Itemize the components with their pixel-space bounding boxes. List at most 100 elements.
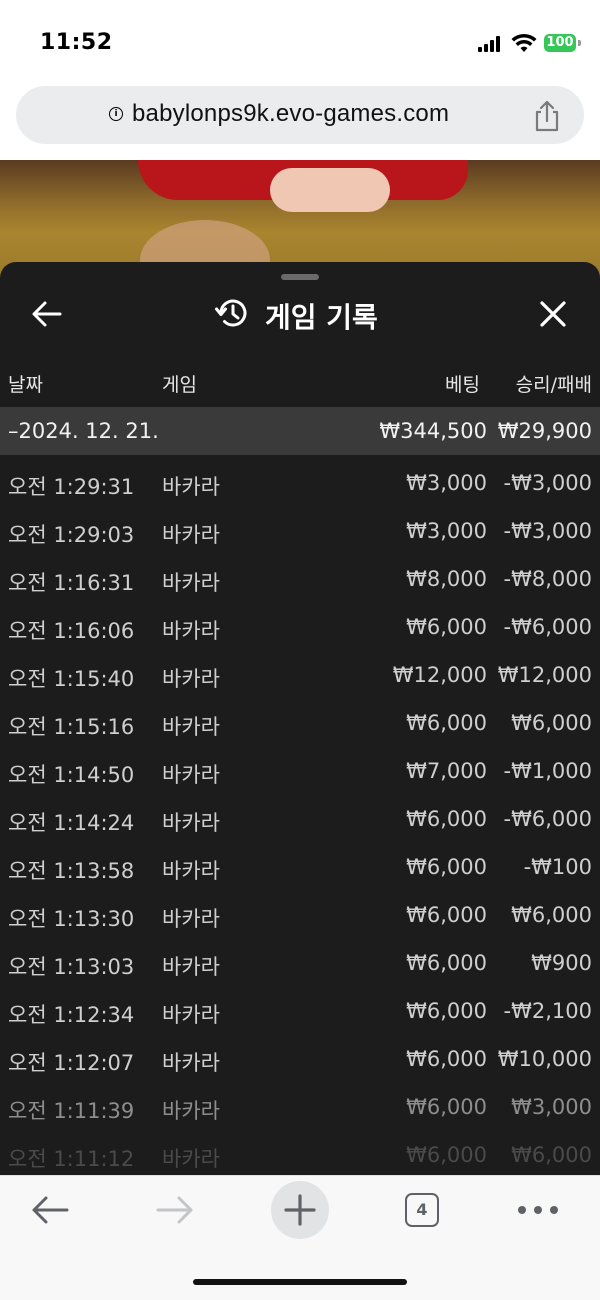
info-icon[interactable]: i	[109, 107, 123, 121]
row-bet: ₩6,000	[406, 711, 487, 735]
row-game: 바카라	[162, 1147, 220, 1171]
arrow-left-icon[interactable]	[30, 299, 64, 329]
browser-toolbar: 4	[0, 1175, 600, 1300]
date-summary-row[interactable]: –2024. 12. 21. ₩344,500 ₩29,900	[0, 407, 600, 455]
summary-date: –2024. 12. 21.	[8, 419, 159, 443]
row-bet: ₩6,000	[406, 1047, 487, 1071]
row-result: -₩3,000	[503, 519, 592, 543]
row-bet: ₩6,000	[406, 1143, 487, 1167]
row-time: 오전 1:29:31	[8, 475, 135, 499]
history-row[interactable]: 오전 1:29:03 바카라 ₩3,000 -₩3,000	[0, 507, 600, 555]
row-result: -₩6,000	[503, 615, 592, 639]
summary-bet-total: ₩344,500	[379, 419, 487, 443]
row-result: -₩6,000	[503, 807, 592, 831]
battery-tip	[578, 40, 581, 46]
plus-icon	[284, 1194, 316, 1226]
history-row[interactable]: 오전 1:12:34 바카라 ₩6,000 -₩2,100	[0, 987, 600, 1035]
row-result: ₩900	[531, 951, 592, 975]
more-icon[interactable]	[518, 1206, 558, 1216]
history-row[interactable]: 오전 1:11:39 바카라 ₩6,000 ₩3,000	[0, 1083, 600, 1131]
row-time: 오전 1:11:39	[8, 1099, 135, 1123]
battery-icon: 100	[544, 34, 576, 52]
column-header-date: 날짜	[8, 374, 43, 396]
row-bet: ₩6,000	[406, 807, 487, 831]
row-bet: ₩3,000	[406, 471, 487, 495]
history-row[interactable]: 오전 1:11:12 바카라 ₩6,000 ₩6,000	[0, 1131, 600, 1175]
history-row[interactable]: 오전 1:12:07 바카라 ₩6,000 ₩10,000	[0, 1035, 600, 1083]
row-game: 바카라	[162, 1051, 220, 1075]
history-row[interactable]: 오전 1:13:58 바카라 ₩6,000 -₩100	[0, 843, 600, 891]
row-result: -₩2,100	[503, 999, 592, 1023]
close-icon[interactable]	[538, 299, 568, 329]
dealer-arm	[270, 168, 390, 212]
cellular-signal-icon	[478, 36, 504, 52]
row-game: 바카라	[162, 907, 220, 931]
row-game: 바카라	[162, 763, 220, 787]
history-row[interactable]: 오전 1:14:50 바카라 ₩7,000 -₩1,000	[0, 747, 600, 795]
history-row[interactable]: 오전 1:13:03 바카라 ₩6,000 ₩900	[0, 939, 600, 987]
row-game: 바카라	[162, 475, 220, 499]
row-time: 오전 1:15:40	[8, 667, 135, 691]
row-bet: ₩6,000	[406, 903, 487, 927]
row-game: 바카라	[162, 1099, 220, 1123]
column-header-result: 승리/패배	[515, 374, 592, 396]
row-bet: ₩6,000	[406, 855, 487, 879]
share-icon[interactable]	[532, 100, 562, 132]
row-time: 오전 1:12:34	[8, 1003, 135, 1027]
history-row[interactable]: 오전 1:13:30 바카라 ₩6,000 ₩6,000	[0, 891, 600, 939]
status-time: 11:52	[40, 30, 113, 55]
row-bet: ₩6,000	[406, 999, 487, 1023]
history-row[interactable]: 오전 1:15:40 바카라 ₩12,000 ₩12,000	[0, 651, 600, 699]
home-indicator	[193, 1279, 407, 1285]
row-result: ₩6,000	[511, 903, 592, 927]
summary-result-total: ₩29,900	[497, 419, 592, 443]
row-time: 오전 1:12:07	[8, 1051, 135, 1075]
row-game: 바카라	[162, 955, 220, 979]
row-time: 오전 1:13:03	[8, 955, 135, 979]
address-bar[interactable]: i babylonps9k.evo-games.com	[16, 86, 584, 144]
browser-forward-icon[interactable]	[155, 1193, 195, 1227]
url-text[interactable]: babylonps9k.evo-games.com	[132, 100, 449, 128]
row-result: -₩8,000	[503, 567, 592, 591]
row-time: 오전 1:13:58	[8, 859, 135, 883]
game-history-sheet: 게임 기록 날짜 게임 베팅 승리/패배 –2024. 12. 21. ₩344…	[0, 262, 600, 1175]
history-row[interactable]: 오전 1:29:31 바카라 ₩3,000 -₩3,000	[0, 459, 600, 507]
row-time: 오전 1:15:16	[8, 715, 135, 739]
history-icon	[215, 299, 247, 327]
row-result: -₩100	[523, 855, 592, 879]
row-bet: ₩12,000	[392, 663, 487, 687]
row-time: 오전 1:11:12	[8, 1147, 135, 1171]
browser-back-icon[interactable]	[30, 1193, 70, 1227]
row-time: 오전 1:16:06	[8, 619, 135, 643]
row-time: 오전 1:14:24	[8, 811, 135, 835]
column-header-bet: 베팅	[445, 374, 480, 396]
row-time: 오전 1:13:30	[8, 907, 135, 931]
column-header-game: 게임	[162, 374, 197, 396]
row-game: 바카라	[162, 715, 220, 739]
row-time: 오전 1:29:03	[8, 523, 135, 547]
history-row[interactable]: 오전 1:14:24 바카라 ₩6,000 -₩6,000	[0, 795, 600, 843]
row-bet: ₩6,000	[406, 615, 487, 639]
history-row[interactable]: 오전 1:16:06 바카라 ₩6,000 -₩6,000	[0, 603, 600, 651]
row-result: -₩3,000	[503, 471, 592, 495]
history-list: 오전 1:29:31 바카라 ₩3,000 -₩3,000 오전 1:29:03 바카라…	[0, 459, 600, 1175]
row-bet: ₩6,000	[406, 951, 487, 975]
row-bet: ₩3,000	[406, 519, 487, 543]
sheet-drag-handle[interactable]	[281, 274, 319, 280]
status-bar: 11:52 100	[0, 0, 600, 80]
row-result: ₩6,000	[511, 1143, 592, 1167]
row-time: 오전 1:16:31	[8, 571, 135, 595]
row-game: 바카라	[162, 811, 220, 835]
history-row[interactable]: 오전 1:16:31 바카라 ₩8,000 -₩8,000	[0, 555, 600, 603]
row-game: 바카라	[162, 1003, 220, 1027]
row-bet: ₩7,000	[406, 759, 487, 783]
row-game: 바카라	[162, 619, 220, 643]
history-row[interactable]: 오전 1:15:16 바카라 ₩6,000 ₩6,000	[0, 699, 600, 747]
row-game: 바카라	[162, 859, 220, 883]
wifi-icon	[511, 33, 537, 52]
tab-count-button[interactable]: 4	[405, 1193, 439, 1227]
row-game: 바카라	[162, 571, 220, 595]
row-bet: ₩6,000	[406, 1095, 487, 1119]
new-tab-button[interactable]	[271, 1181, 329, 1239]
row-result: -₩1,000	[503, 759, 592, 783]
